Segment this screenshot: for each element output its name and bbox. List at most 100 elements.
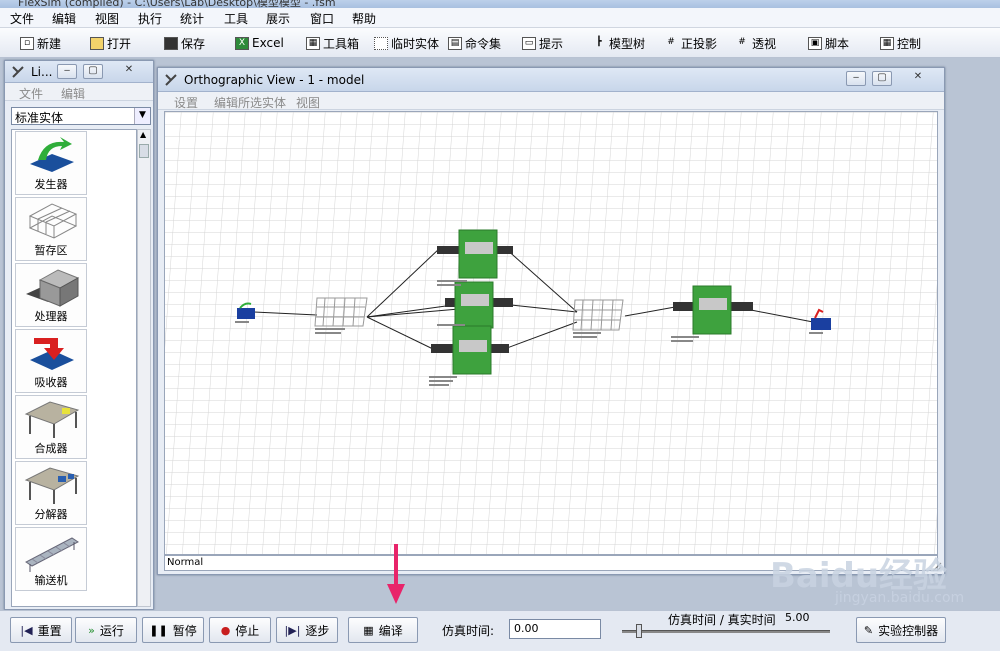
perspective-button[interactable]: # 透视	[735, 33, 776, 53]
experimenter-button[interactable]: ✎ 实验控制器	[856, 617, 946, 643]
scroll-up-icon[interactable]: ▲	[140, 130, 146, 139]
menu-tools[interactable]: 工具	[224, 10, 248, 27]
chevron-down-icon[interactable]: ▼	[134, 108, 150, 124]
scrollbar-thumb[interactable]	[139, 144, 149, 158]
maximize-icon[interactable]: ▢	[83, 64, 103, 79]
reset-button[interactable]: |◀ 重置	[10, 617, 72, 643]
reset-icon: |◀	[20, 623, 33, 637]
menu-view[interactable]: 视图	[95, 10, 119, 27]
separator-icon	[24, 467, 80, 504]
run-label: 运行	[99, 623, 124, 638]
view-title: Orthographic View - 1 - model	[184, 73, 365, 87]
stop-button[interactable]: ● 停止	[209, 617, 271, 643]
library-scrollbar[interactable]: ▲	[137, 129, 151, 607]
library-titlebar[interactable]: Li... ‒ ▢ ✕	[5, 61, 153, 83]
control-label: 控制	[897, 36, 922, 51]
library-item-combiner[interactable]: 合成器	[15, 395, 87, 459]
speed-ratio-label: 仿真时间 / 真实时间	[668, 613, 776, 627]
menu-edit[interactable]: 编辑	[52, 10, 76, 27]
library-item-label: 吸收器	[34, 376, 68, 389]
save-disk-icon	[164, 36, 178, 50]
library-item-processor[interactable]: 处理器	[15, 263, 87, 327]
pause-label: 暂停	[172, 623, 197, 638]
model-tree-button[interactable]: ┣ 模型树	[592, 33, 645, 53]
minimize-icon[interactable]: ‒	[57, 64, 77, 79]
view-status-text: Normal	[167, 557, 204, 568]
menu-presentation[interactable]: 展示	[266, 10, 290, 27]
save-button[interactable]: 保存	[164, 33, 205, 53]
view-titlebar[interactable]: Orthographic View - 1 - model ‒ ▢ ✕	[158, 68, 944, 92]
library-item-label: 分解器	[34, 508, 68, 521]
speed-ratio-value: 5.00	[785, 611, 810, 624]
toolbox-label: 工具箱	[323, 36, 360, 51]
ortho-button[interactable]: # 正投影	[664, 33, 717, 53]
flowitem-icon	[374, 36, 388, 50]
main-toolbar: ▫ 新建 打开 保存 X Excel ▦ 工具箱 临时实体 ▤ 命令集 ▭ 提示 ┣ 模型树…	[0, 28, 1000, 58]
view-menu-view[interactable]: 视图	[296, 94, 320, 111]
menu-window[interactable]: 窗口	[310, 10, 334, 27]
excel-button[interactable]: X Excel	[235, 33, 284, 53]
slider-handle[interactable]	[636, 624, 642, 638]
compile-button[interactable]: ▦ 编译	[348, 617, 418, 643]
menu-file[interactable]: 文件	[10, 10, 34, 27]
library-item-label: 输送机	[34, 574, 68, 587]
queue-icon	[28, 203, 78, 239]
library-window: Li... ‒ ▢ ✕ 文件 编辑 标准实体 ▼ 发生器 暂存区 处理器 吸收器 …	[4, 60, 154, 610]
reset-label: 重置	[37, 623, 62, 638]
library-object-list: 发生器 暂存区 处理器 吸收器 合成器 分解器 输送机	[11, 129, 137, 607]
library-item-sink[interactable]: 吸收器	[15, 329, 87, 393]
view-menu-settings[interactable]: 设置	[174, 94, 198, 111]
pause-button[interactable]: ❚❚ 暂停	[142, 617, 204, 643]
stop-icon: ●	[220, 623, 231, 637]
menubar: 文件 编辑 视图 执行 统计 工具 展示 窗口 帮助	[0, 8, 1000, 28]
source-icon	[30, 137, 74, 172]
library-title: Li...	[31, 65, 53, 79]
hint-button[interactable]: ▭ 提示	[522, 33, 563, 53]
run-icon: »	[88, 623, 95, 637]
open-button[interactable]: 打开	[90, 33, 131, 53]
model-scene[interactable]	[165, 112, 938, 555]
maximize-icon[interactable]: ▢	[872, 71, 892, 86]
experimenter-icon: ✎	[863, 623, 874, 637]
run-speed-slider[interactable]	[622, 624, 830, 638]
sim-time-field[interactable]: 0.00	[509, 619, 601, 639]
toolbox-button[interactable]: ▦ 工具箱	[306, 33, 359, 53]
control-button[interactable]: ▦ 控制	[880, 33, 921, 53]
perspective-icon: #	[738, 36, 746, 47]
perspective-label: 透视	[752, 36, 777, 51]
run-button[interactable]: » 运行	[75, 617, 137, 643]
view-menu-edit-selected[interactable]: 编辑所选实体	[214, 94, 286, 111]
library-item-label: 处理器	[34, 310, 68, 323]
library-item-separator[interactable]: 分解器	[15, 461, 87, 525]
close-icon[interactable]: ✕	[908, 71, 928, 86]
library-item-label: 发生器	[34, 178, 68, 191]
script-icon: ▣	[808, 36, 822, 50]
close-icon[interactable]: ✕	[119, 64, 139, 79]
flowitem-button[interactable]: 临时实体	[374, 33, 439, 53]
app-title: FlexSim (compiled) - C:\Users\Lab\Deskto…	[18, 0, 336, 8]
library-item-conveyor[interactable]: 输送机	[15, 527, 87, 591]
step-button[interactable]: |▶| 逐步	[276, 617, 338, 643]
command-label: 命令集	[465, 36, 502, 51]
library-item-label: 合成器	[34, 442, 68, 455]
menu-stats[interactable]: 统计	[180, 10, 204, 27]
menu-execute[interactable]: 执行	[138, 10, 162, 27]
model-tree-icon: ┣	[596, 36, 602, 47]
orthographic-view-window: Orthographic View - 1 - model ‒ ▢ ✕ 设置 编…	[157, 67, 945, 575]
save-label: 保存	[181, 36, 206, 51]
library-menu-edit[interactable]: 编辑	[61, 85, 85, 102]
library-item-source[interactable]: 发生器	[15, 131, 87, 195]
script-button[interactable]: ▣ 脚本	[808, 33, 849, 53]
step-icon: |▶|	[284, 623, 301, 637]
stop-label: 停止	[235, 623, 260, 638]
minimize-icon[interactable]: ‒	[846, 71, 866, 86]
toolbox-icon: ▦	[306, 36, 320, 50]
model-canvas[interactable]	[164, 111, 938, 555]
command-button[interactable]: ▤ 命令集	[448, 33, 501, 53]
combiner-icon	[24, 401, 80, 438]
library-item-queue[interactable]: 暂存区	[15, 197, 87, 261]
new-button[interactable]: ▫ 新建	[20, 33, 61, 53]
menu-help[interactable]: 帮助	[352, 10, 376, 27]
library-menu-file[interactable]: 文件	[19, 85, 43, 102]
library-category-select[interactable]: 标准实体 ▼	[11, 107, 151, 125]
